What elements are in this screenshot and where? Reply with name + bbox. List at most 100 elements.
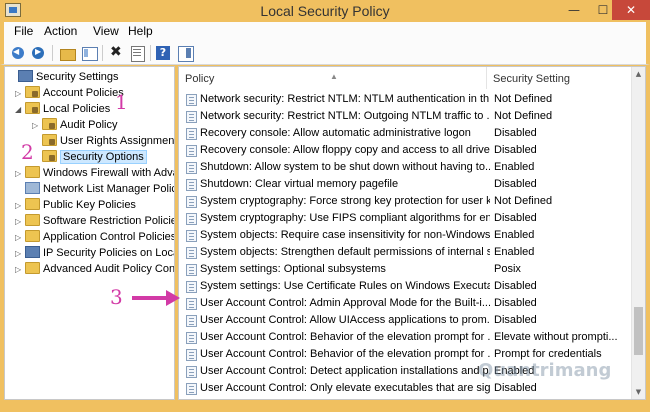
up-folder-icon[interactable] [58, 44, 76, 62]
tree-item-audit-policy[interactable]: ▷ Audit Policy [32, 118, 117, 133]
policy-name: User Account Control: Only elevate execu… [200, 382, 490, 394]
tree-item-application-control[interactable]: ▷ Application Control Policies [15, 230, 174, 245]
table-row[interactable]: User Account Control: Only elevate execu… [179, 380, 631, 397]
tree-item-ip-security[interactable]: ▷ IP Security Policies on Local [15, 246, 175, 261]
window-title: Local Security Policy [260, 3, 390, 19]
table-row[interactable]: User Account Control: Allow UIAccess app… [179, 312, 631, 329]
policy-setting: Disabled [494, 314, 537, 326]
table-row[interactable]: System settings: Optional subsystems Posi… [179, 261, 631, 278]
scroll-thumb[interactable] [634, 307, 643, 355]
tree-item-label: Security Options [60, 150, 147, 164]
tree-item-label: Software Restriction Policies [43, 215, 175, 227]
policy-name: Recovery console: Allow floppy copy and … [200, 144, 490, 156]
policy-icon [186, 196, 197, 208]
policy-icon [186, 145, 197, 157]
table-row[interactable]: Network security: Restrict NTLM: Outgoin… [179, 108, 631, 125]
menu-view[interactable]: View [93, 24, 119, 38]
expand-arrow-icon[interactable]: ▷ [32, 118, 42, 133]
menu-help[interactable]: Help [128, 24, 153, 38]
scroll-down-icon[interactable]: ▼ [632, 385, 645, 399]
tree-item-account-policies[interactable]: ▷ Account Policies [15, 86, 124, 101]
delete-icon[interactable] [107, 44, 125, 62]
policy-setting: Not Defined [494, 195, 553, 207]
help-icon[interactable] [154, 44, 172, 62]
column-header-label: Policy [185, 73, 215, 85]
annotation-arrow-icon [132, 290, 180, 306]
vertical-scrollbar[interactable]: ▲ ▼ [631, 67, 645, 399]
column-header-policy[interactable]: Policy ▲ [179, 67, 487, 89]
console-tree[interactable]: Security Settings ▷ Account Policies ◢ Loc… [4, 66, 175, 400]
show-hide-tree-icon[interactable] [80, 44, 98, 62]
menu-bar: File Action View Help [0, 22, 650, 41]
table-row[interactable]: System settings: Use Certificate Rules o… [179, 278, 631, 295]
toolbar-separator [52, 45, 53, 61]
policy-icon [186, 128, 197, 140]
tree-item-label: Security Settings [36, 71, 119, 83]
policy-name: User Account Control: Detect application… [200, 365, 490, 377]
table-row[interactable]: Network security: Restrict NTLM: NTLM au… [179, 91, 631, 108]
menu-action[interactable]: Action [44, 24, 77, 38]
policy-list[interactable]: Policy ▲ Security Setting Network securi… [178, 66, 646, 400]
tree-item-security-settings[interactable]: Security Settings [8, 70, 119, 85]
policy-setting: Not Defined [494, 93, 553, 105]
table-row[interactable]: User Account Control: Admin Approval Mod… [179, 295, 631, 312]
column-header-security-setting[interactable]: Security Setting [487, 67, 632, 89]
annotation-number-1: 1 [115, 90, 128, 114]
table-row[interactable]: System objects: Strengthen default permi… [179, 244, 631, 261]
expand-arrow-icon[interactable]: ▷ [15, 86, 25, 101]
policy-icon [186, 247, 197, 259]
forward-icon[interactable] [30, 44, 48, 62]
policy-icon [186, 230, 197, 242]
table-row[interactable]: User Account Control: Behavior of the el… [179, 329, 631, 346]
sort-ascending-icon: ▲ [330, 72, 338, 81]
table-row[interactable]: System cryptography: Force strong key pr… [179, 193, 631, 210]
expand-arrow-icon[interactable]: ▷ [15, 214, 25, 229]
table-row[interactable]: System objects: Require case insensitivi… [179, 227, 631, 244]
properties-icon[interactable] [128, 44, 146, 62]
table-row[interactable]: System cryptography: Use FIPS compliant … [179, 210, 631, 227]
tree-item-network-list-manager[interactable]: Network List Manager Polic [15, 182, 174, 197]
policy-setting: Disabled [494, 144, 537, 156]
expand-arrow-icon[interactable]: ▷ [15, 198, 25, 213]
minimize-button[interactable]: — [560, 0, 588, 20]
tree-item-label: IP Security Policies on Local [43, 247, 175, 259]
close-button[interactable]: ✕ [612, 0, 650, 20]
folder-icon [25, 166, 40, 178]
toolbar-separator [102, 45, 103, 61]
policy-setting: Disabled [494, 280, 537, 292]
policy-name: User Account Control: Allow UIAccess app… [200, 314, 490, 326]
policy-setting: Enabled [494, 229, 535, 241]
policy-icon [186, 94, 197, 106]
table-row[interactable]: Recovery console: Allow automatic admini… [179, 125, 631, 142]
expand-arrow-icon[interactable]: ▷ [15, 246, 25, 261]
tree-item-label: Public Key Policies [43, 199, 136, 211]
policy-name: Recovery console: Allow automatic admini… [200, 127, 471, 139]
table-row[interactable]: Shutdown: Clear virtual memory pagefile D… [179, 176, 631, 193]
tree-item-security-options[interactable]: Security Options [32, 150, 147, 165]
expand-arrow-icon[interactable]: ▷ [15, 262, 25, 277]
policy-name: User Account Control: Behavior of the el… [200, 348, 490, 360]
table-row[interactable]: Shutdown: Allow system to be shut down w… [179, 159, 631, 176]
show-action-pane-icon[interactable] [176, 44, 194, 62]
scroll-up-icon[interactable]: ▲ [632, 67, 645, 81]
table-row[interactable]: Recovery console: Allow floppy copy and … [179, 142, 631, 159]
expand-arrow-icon[interactable]: ▷ [15, 230, 25, 245]
back-icon[interactable] [10, 44, 28, 62]
tree-item-label: Advanced Audit Policy Con [43, 263, 175, 275]
expand-arrow-icon[interactable]: ▷ [15, 166, 25, 181]
tree-item-windows-firewall[interactable]: ▷ Windows Firewall with Adva [15, 166, 174, 181]
network-icon [25, 182, 40, 194]
collapse-arrow-icon[interactable]: ◢ [15, 102, 25, 117]
shield-icon [18, 70, 33, 82]
tree-item-advanced-audit[interactable]: ▷ Advanced Audit Policy Con [15, 262, 175, 277]
tree-item-software-restriction[interactable]: ▷ Software Restriction Policies [15, 214, 175, 229]
watermark: Quantrimang [478, 360, 612, 381]
tree-item-local-policies[interactable]: ◢ Local Policies [15, 102, 110, 117]
policy-name: System cryptography: Force strong key pr… [200, 195, 490, 207]
menu-file[interactable]: File [14, 24, 33, 38]
policy-name: User Account Control: Behavior of the el… [200, 331, 490, 343]
tree-item-user-rights-assignment[interactable]: User Rights Assignment [32, 134, 174, 149]
tree-item-public-key-policies[interactable]: ▷ Public Key Policies [15, 198, 136, 213]
policy-icon [186, 366, 197, 378]
window-bottom-border [0, 400, 650, 412]
